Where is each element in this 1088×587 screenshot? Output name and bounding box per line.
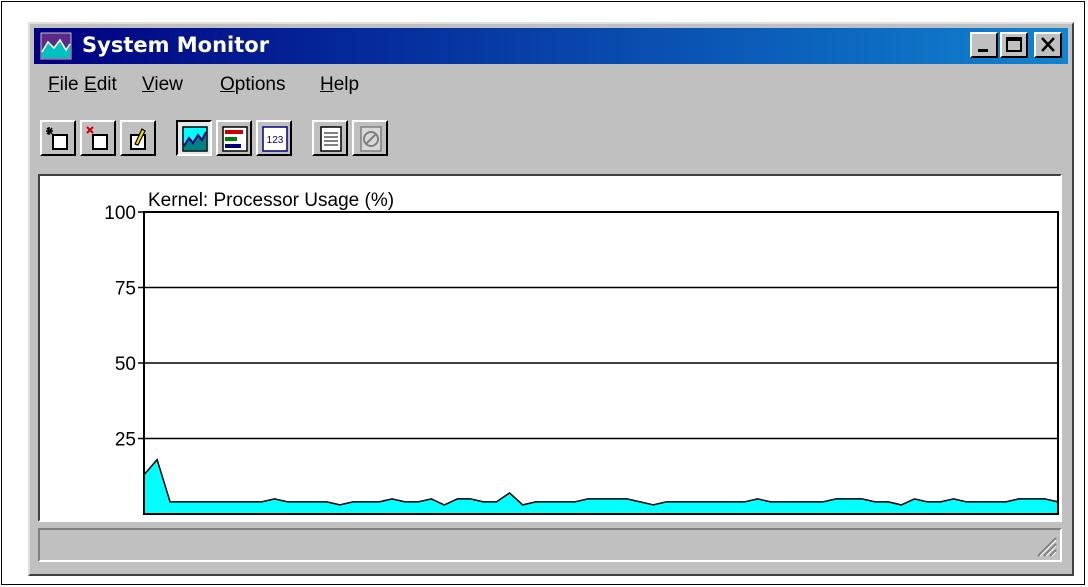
toolbar: 123 (34, 110, 1068, 156)
add-item-icon (46, 127, 68, 150)
remove-item-button[interactable] (80, 120, 116, 156)
usage-line (143, 458, 1059, 506)
maximize-icon (1006, 37, 1022, 52)
clear-button[interactable] (352, 120, 388, 156)
menu-help[interactable]: Help (320, 74, 359, 96)
properties-icon (320, 126, 342, 152)
menu-bar: File Edit View Options Help (34, 68, 1068, 102)
y-tick-label: 100 (104, 203, 136, 224)
processor-usage-chart: Kernel: Processor Usage (%) 100 75 50 25 (104, 190, 1059, 515)
y-tick-label: 25 (115, 430, 136, 451)
system-monitor-app-icon[interactable] (40, 32, 72, 60)
minimize-button[interactable] (970, 32, 998, 58)
numeric-view-button[interactable]: 123 (256, 120, 292, 156)
properties-button[interactable] (312, 120, 348, 156)
y-tick-label: 50 (115, 354, 136, 375)
bar-chart-view-button[interactable] (216, 120, 252, 156)
chart-panel: Kernel: Processor Usage (%) 100 75 50 25 (38, 174, 1062, 522)
close-button[interactable] (1034, 32, 1062, 58)
menu-view[interactable]: View (142, 74, 183, 96)
edit-item-icon (130, 128, 146, 150)
resize-grip-icon[interactable] (1034, 534, 1058, 558)
svg-text:123: 123 (267, 135, 284, 146)
chart-title: Kernel: Processor Usage (%) (148, 190, 394, 211)
title-bar[interactable]: System Monitor (34, 28, 1068, 64)
y-tick-label: 75 (115, 279, 136, 300)
add-item-button[interactable] (40, 120, 76, 156)
line-chart-view-icon (182, 126, 208, 152)
status-bar (38, 528, 1062, 562)
minimize-icon (978, 49, 988, 52)
clear-disabled-icon (360, 126, 382, 152)
maximize-button[interactable] (1000, 32, 1028, 58)
system-monitor-window: System Monitor File Edit View Options He… (28, 22, 1074, 576)
edit-item-button[interactable] (120, 120, 156, 156)
menu-edit[interactable]: Edit (84, 74, 117, 96)
numeric-view-icon: 123 (262, 126, 288, 152)
remove-item-icon (86, 126, 108, 150)
line-chart-view-button[interactable] (176, 120, 212, 156)
menu-file[interactable]: File (48, 74, 79, 96)
menu-options[interactable]: Options (220, 74, 285, 96)
bar-chart-view-icon (222, 126, 248, 152)
usage-area (144, 459, 1058, 514)
close-icon (1041, 37, 1055, 52)
window-title: System Monitor (82, 33, 270, 57)
